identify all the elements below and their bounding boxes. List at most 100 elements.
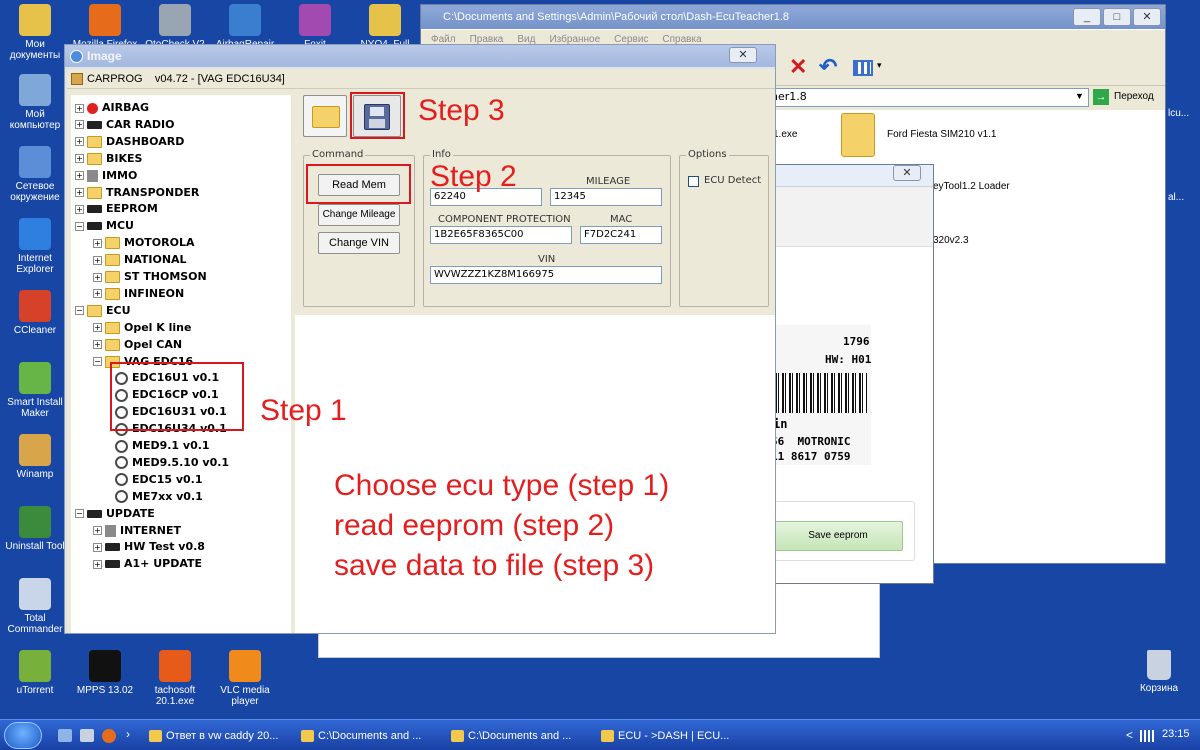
quicklaunch-icon[interactable] [80, 729, 94, 742]
tree-item[interactable]: + EEPROM [75, 200, 158, 217]
expand-toggle-icon[interactable]: + [75, 120, 84, 130]
views-icon[interactable] [853, 60, 873, 76]
firefox-quicklaunch-icon[interactable] [102, 729, 116, 743]
desktop-icon[interactable]: Мои документы [0, 4, 70, 61]
address-dropdown-icon[interactable]: ▼ [1075, 91, 1084, 101]
desktop-icon[interactable]: Winamp [0, 434, 70, 480]
address-input[interactable]: her1.8 [767, 88, 1089, 107]
desktop-icon[interactable]: Smart Install Maker [0, 362, 70, 419]
desktop-icon[interactable]: MPPS 13.02 [70, 650, 140, 696]
tree-item[interactable]: + DASHBOARD [75, 133, 184, 150]
expand-toggle-icon[interactable]: − [75, 306, 84, 316]
expand-toggle-icon[interactable]: + [93, 542, 102, 552]
expand-toggle-icon[interactable]: − [75, 221, 84, 231]
network-signal-icon[interactable] [1140, 730, 1154, 742]
go-button[interactable]: Переход [1114, 91, 1154, 102]
undo-icon[interactable]: ↶ [819, 54, 837, 80]
change-mileage-button[interactable]: Change Mileage [318, 204, 400, 226]
expand-toggle-icon[interactable]: + [93, 289, 102, 299]
tree-item[interactable]: + IMMO [75, 167, 137, 184]
expand-toggle-icon[interactable]: + [75, 204, 84, 214]
tree-item[interactable]: + BIKES [75, 150, 142, 167]
quicklaunch-more-icon[interactable]: › [126, 727, 130, 741]
recycle-bin[interactable]: Корзина [1124, 650, 1194, 694]
ecu-barcode [775, 373, 867, 413]
file-item[interactable]: 1.exe [773, 129, 797, 140]
expand-toggle-icon[interactable]: + [75, 137, 84, 147]
tree-item[interactable]: EDC15 v0.1 [111, 471, 203, 488]
expand-toggle-icon[interactable]: + [93, 323, 102, 333]
taskbar-task[interactable]: Ответ в vw caddy 20... [146, 724, 292, 748]
tree-item[interactable]: − MCU [75, 217, 134, 234]
mileage-field[interactable]: 12345 [550, 188, 662, 206]
expand-toggle-icon[interactable]: + [93, 340, 102, 350]
tree-item[interactable]: + INFINEON [93, 285, 184, 302]
expand-toggle-icon[interactable]: + [93, 526, 102, 535]
tree-item[interactable]: + A1+ UPDATE [93, 555, 202, 572]
explorer-maximize-button[interactable]: □ [1103, 8, 1131, 26]
desktop-icon[interactable]: Сетевое окружение [0, 146, 70, 203]
tree-item[interactable]: + INTERNET [93, 522, 181, 539]
expand-toggle-icon[interactable]: + [93, 238, 102, 248]
open-file-button[interactable] [303, 95, 347, 137]
tree-item[interactable]: MED9.1 v0.1 [111, 437, 210, 454]
file-item[interactable]: eyTool1.2 Loader [933, 181, 1010, 192]
tree-item[interactable]: + NATIONAL [93, 251, 187, 268]
desktop-icon[interactable]: CCleaner [0, 290, 70, 336]
quicklaunch-icon[interactable] [58, 729, 72, 742]
tree-item[interactable]: + AIRBAG [75, 99, 149, 116]
tree-item-label: ECU [106, 303, 131, 317]
save-eeprom-button[interactable]: Save eeprom [773, 521, 903, 551]
tree-item[interactable]: + ST THOMSON [93, 268, 207, 285]
mac-field[interactable]: F7D2C241 [580, 226, 662, 244]
tree-item[interactable]: − UPDATE [75, 505, 155, 522]
expand-toggle-icon[interactable]: + [75, 103, 84, 113]
tree-item[interactable]: + Opel CAN [93, 336, 182, 353]
taskbar-task[interactable]: C:\Documents and ... [448, 724, 594, 748]
desktop-icon[interactable]: Uninstall Tool [0, 506, 70, 552]
expand-toggle-icon[interactable]: + [75, 171, 84, 181]
expand-toggle-icon[interactable]: + [93, 255, 102, 265]
file-item[interactable]: Ford Fiesta SIM210 v1.1 [887, 129, 997, 140]
views-dropdown-icon[interactable]: ▾ [877, 60, 882, 71]
tree-item[interactable]: − ECU [75, 302, 131, 319]
explorer-minimize-button[interactable]: _ [1073, 8, 1101, 26]
change-vin-button[interactable]: Change VIN [318, 232, 400, 254]
desktop-icon[interactable]: Мой компьютер [0, 74, 70, 131]
file-item[interactable]: 320v2.3 [933, 235, 969, 246]
clock[interactable]: 23:15 [1162, 728, 1190, 740]
expand-toggle-icon[interactable]: + [93, 559, 102, 569]
start-button[interactable] [4, 722, 42, 749]
desktop-icon[interactable]: tachosoft 20.1.exe [140, 650, 210, 707]
taskbar-task[interactable]: C:\Documents and ... [298, 724, 444, 748]
tray-expand-icon[interactable]: < [1126, 728, 1133, 742]
taskbar-task[interactable]: ECU - >DASH | ECU... [598, 724, 744, 748]
component-protection-field[interactable]: 1B2E65F8365C00 [430, 226, 572, 244]
desktop-icon[interactable]: VLC media player [210, 650, 280, 707]
image-window-close-button[interactable]: ✕ [729, 47, 757, 63]
ecu-detect-checkbox[interactable] [688, 176, 699, 187]
go-arrow-icon[interactable]: → [1093, 89, 1109, 105]
expand-toggle-icon[interactable]: + [75, 188, 84, 197]
ecu-window-close-button[interactable]: ✕ [893, 165, 921, 181]
tree-item[interactable]: + TRANSPONDER [75, 184, 199, 201]
tree-item[interactable]: + CAR RADIO [75, 116, 174, 133]
tree-item[interactable]: + Opel K line [93, 319, 191, 336]
desktop-icon-label: VLC media player [220, 685, 270, 707]
expand-toggle-icon[interactable]: + [93, 272, 102, 282]
expand-toggle-icon[interactable]: + [75, 154, 84, 164]
vin-field[interactable]: WVWZZZ1KZ8M166975 [430, 266, 662, 284]
desktop-icon[interactable]: Internet Explorer [0, 218, 70, 275]
explorer-close-button[interactable]: ✕ [1133, 8, 1161, 26]
expand-toggle-icon[interactable]: − [75, 509, 84, 519]
expand-toggle-icon[interactable]: − [93, 357, 102, 366]
tree-item[interactable]: ME7xx v0.1 [111, 488, 203, 505]
image-window-titlebar: Image [65, 45, 775, 67]
tree-item[interactable]: + HW Test v0.8 [93, 538, 205, 555]
desktop-icon[interactable]: Total Commander [0, 578, 70, 635]
delete-icon[interactable]: ✕ [789, 54, 807, 80]
tree-item[interactable]: MED9.5.10 v0.1 [111, 454, 229, 471]
tree-item[interactable]: + MOTOROLA [93, 234, 195, 251]
ecu-detect-label[interactable]: ECU Detect [704, 175, 761, 186]
desktop-icon[interactable]: uTorrent [0, 650, 70, 696]
